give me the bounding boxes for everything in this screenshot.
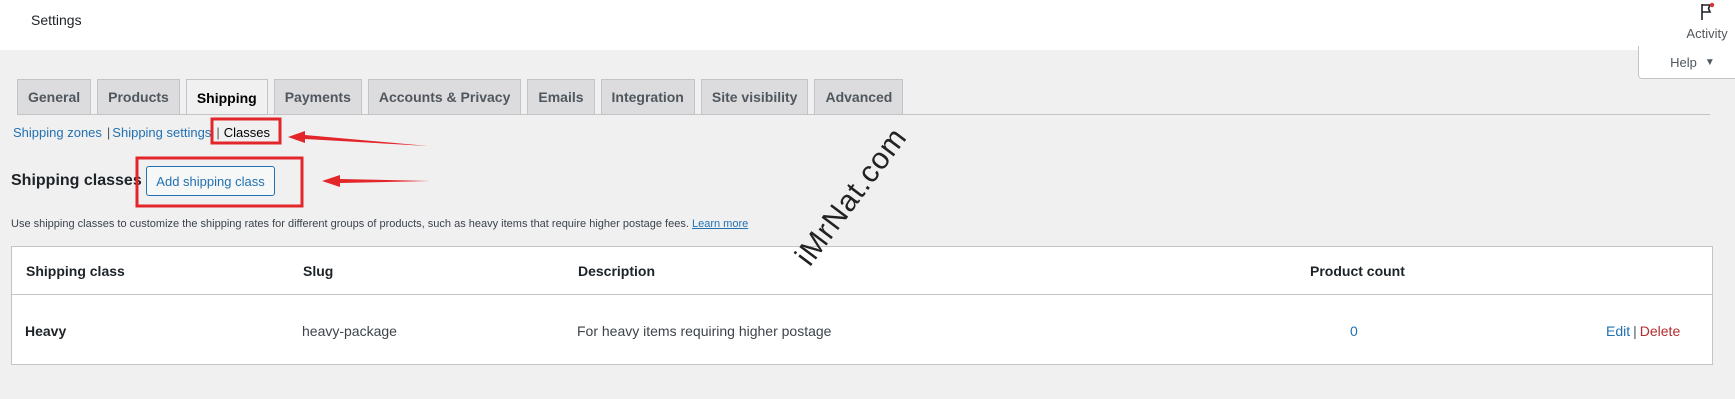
shipping-classes-table: Shipping class Slug Description Product … (11, 246, 1713, 365)
delete-link[interactable]: Delete (1640, 323, 1680, 339)
shipping-subnav: Shipping zones | Shipping settings | Cla… (13, 125, 270, 140)
page-title: Settings (31, 12, 82, 28)
tab-advanced[interactable]: Advanced (814, 79, 904, 114)
description-text: Use shipping classes to customize the sh… (11, 218, 689, 230)
table-row (12, 295, 1712, 365)
caret-down-icon: ▼ (1704, 56, 1715, 68)
activity-label: Activity (1686, 26, 1728, 41)
tab-accounts-privacy[interactable]: Accounts & Privacy (367, 79, 522, 114)
shipping-class-slug: heavy-package (302, 323, 397, 339)
column-header-product-count: Product count (1310, 263, 1405, 279)
column-header-description: Description (578, 263, 656, 279)
edit-link[interactable]: Edit (1606, 323, 1630, 339)
section-heading: Shipping classes (11, 172, 142, 189)
flag-icon (1701, 2, 1715, 20)
tab-shipping[interactable]: Shipping (185, 79, 268, 115)
table-header (12, 247, 1712, 295)
help-label: Help (1670, 54, 1697, 70)
annotation-arrow-classes (288, 131, 428, 146)
shipping-class-description: For heavy items requiring higher postage (577, 323, 832, 339)
learn-more-link[interactable]: Learn more (692, 218, 748, 230)
settings-tabs: General Products Shipping Payments Accou… (17, 79, 904, 115)
top-bar: Settings Activity (0, 0, 1735, 50)
shipping-class-name: Heavy (25, 323, 67, 339)
tab-site-visibility[interactable]: Site visibility (700, 79, 809, 114)
row-actions: Edit | Delete (1606, 323, 1680, 339)
subnav-shipping-settings[interactable]: Shipping settings (112, 125, 211, 140)
tab-products[interactable]: Products (97, 79, 180, 114)
subnav-separator: | (106, 125, 111, 140)
column-header-slug: Slug (303, 263, 334, 279)
subnav-shipping-zones[interactable]: Shipping zones (13, 125, 102, 140)
section-description: Use shipping classes to customize the sh… (11, 218, 748, 230)
subnav-separator: | (216, 125, 220, 140)
row-action-separator: | (1633, 323, 1637, 339)
product-count-link[interactable]: 0 (1350, 323, 1358, 339)
tab-general[interactable]: General (17, 79, 92, 114)
annotation-arrow-add-button (322, 175, 430, 187)
tab-divider (17, 114, 1710, 115)
help-button[interactable]: Help ▼ (1638, 46, 1735, 79)
column-header-shipping-class: Shipping class (26, 263, 125, 279)
add-shipping-class-button[interactable]: Add shipping class (146, 166, 275, 196)
tab-payments[interactable]: Payments (273, 79, 362, 114)
tab-emails[interactable]: Emails (527, 79, 595, 114)
activity-button[interactable]: Activity (1679, 0, 1735, 50)
subnav-classes[interactable]: Classes (224, 125, 270, 140)
tab-integration[interactable]: Integration (600, 79, 695, 114)
